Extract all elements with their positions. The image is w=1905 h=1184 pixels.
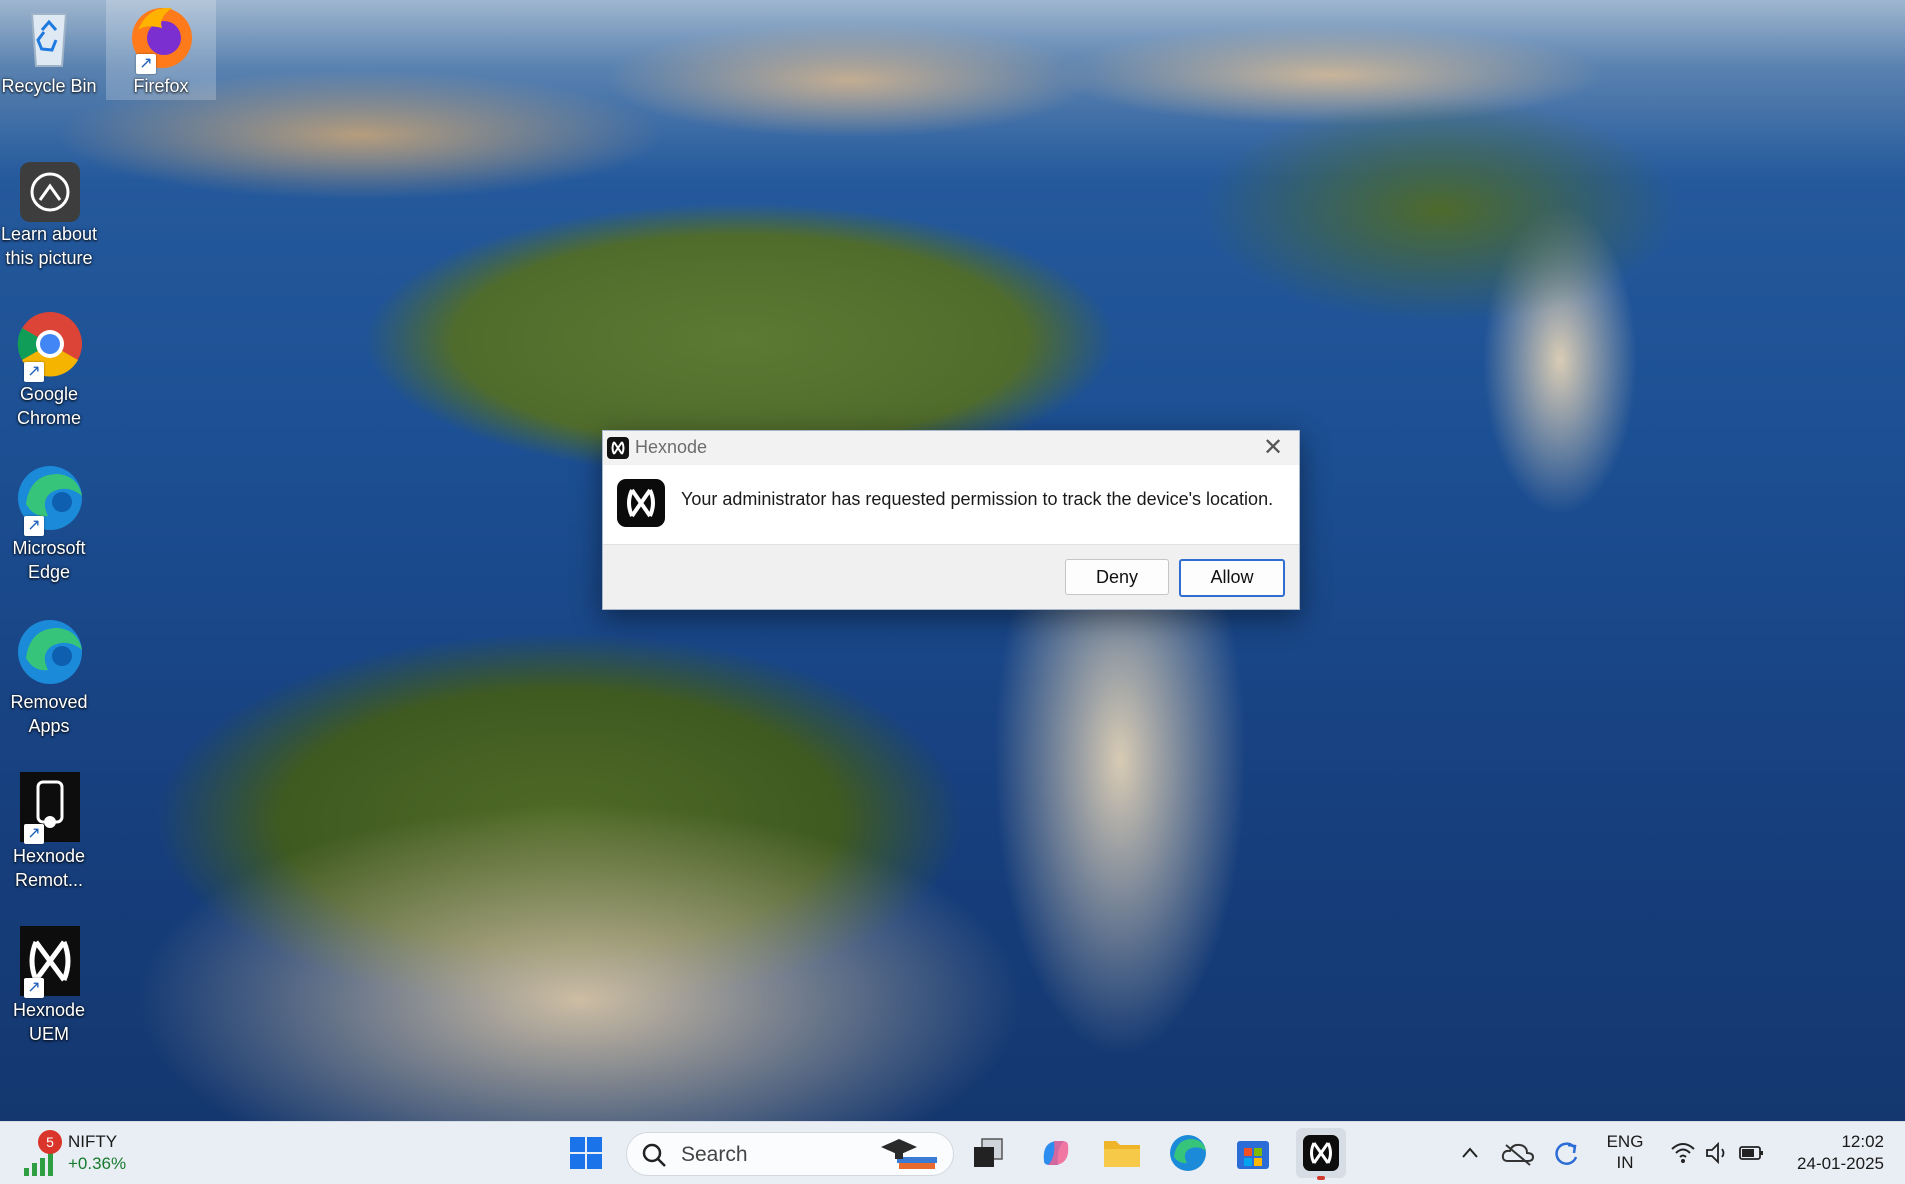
desktop-icon-label: Hexnode Remot...	[12, 846, 86, 890]
firefox-icon: ↗	[124, 0, 198, 74]
camera-icon	[12, 158, 86, 232]
shortcut-arrow-icon: ↗	[136, 54, 156, 74]
file-explorer-button[interactable]	[1100, 1131, 1144, 1175]
desktop-icon-label: Recycle Bin	[1, 76, 97, 96]
edge-icon: ↗	[12, 462, 86, 536]
clock[interactable]: 12:02 24-01-2025	[1778, 1132, 1888, 1176]
sync-icon	[1555, 1142, 1578, 1165]
graduation-books-icon	[881, 1139, 937, 1169]
edge-icon	[12, 616, 86, 690]
search-placeholder: Search	[681, 1143, 748, 1166]
quick-settings-button[interactable]	[1664, 1131, 1768, 1175]
start-button[interactable]	[564, 1131, 608, 1175]
wifi-icon	[1671, 1143, 1695, 1163]
volume-icon	[1706, 1141, 1725, 1165]
windows-icon	[570, 1137, 602, 1169]
sync-status-button[interactable]	[1546, 1131, 1586, 1175]
task-view-icon	[974, 1138, 1003, 1167]
dialog-body: Your administrator has requested permiss…	[603, 465, 1299, 543]
stock-change: +0.36%	[68, 1154, 127, 1173]
shortcut-arrow-icon: ↗	[24, 362, 44, 382]
dialog-message: Your administrator has requested permiss…	[681, 489, 1274, 509]
clock-time: 12:02	[1841, 1132, 1884, 1151]
dialog-title: Hexnode	[635, 437, 708, 457]
stock-widget[interactable]: 5 NIFTY +0.36%	[18, 1130, 138, 1178]
desktop-icon-firefox[interactable]: ↗ Firefox	[106, 0, 216, 100]
close-icon[interactable]: ✕	[1255, 433, 1291, 463]
desktop-icon-learn-about-picture[interactable]: Learn about this picture	[0, 158, 98, 270]
desktop-icon-label: Microsoft Edge	[12, 538, 86, 582]
shortcut-arrow-icon: ↗	[24, 824, 44, 844]
desktop-icon-microsoft-edge[interactable]: ↗ Microsoft Edge	[0, 462, 98, 584]
desktop-icon-label: Google Chrome	[16, 384, 82, 428]
desktop-icon-recycle-bin[interactable]: Recycle Bin	[0, 0, 98, 100]
language-indicator[interactable]: ENG IN	[1596, 1132, 1654, 1176]
battery-icon	[1739, 1146, 1763, 1160]
hexnode-permission-dialog: Hexnode ✕ Your administrator has request…	[602, 430, 1300, 610]
copilot-icon	[1043, 1141, 1069, 1165]
allow-button[interactable]: Allow	[1179, 559, 1285, 597]
hexnode-icon	[607, 437, 629, 459]
clock-date: 24-01-2025	[1797, 1154, 1884, 1173]
task-view-button[interactable]	[966, 1131, 1010, 1175]
language-code: ENG	[1606, 1132, 1644, 1151]
desktop-icon-google-chrome[interactable]: ↗ Google Chrome	[0, 308, 98, 430]
store-button[interactable]	[1231, 1131, 1275, 1175]
recycle-bin-icon	[12, 0, 86, 74]
search-icon	[642, 1143, 666, 1167]
desktop-icon-removed-apps[interactable]: Removed Apps	[0, 616, 98, 738]
notification-badge: 5	[38, 1130, 62, 1154]
dialog-title-bar[interactable]: Hexnode ✕	[603, 431, 1299, 465]
desktop-icon-hexnode-remote[interactable]: ↗ Hexnode Remot...	[0, 770, 98, 892]
stock-chart-icon	[24, 1153, 53, 1176]
desktop-icon-label: Removed Apps	[10, 692, 88, 736]
hexnode-icon	[1303, 1135, 1339, 1171]
chrome-icon: ↗	[12, 308, 86, 382]
desktop-icon-hexnode-uem[interactable]: ↗ Hexnode UEM	[0, 924, 98, 1046]
stock-name: NIFTY	[68, 1132, 118, 1151]
cloud-offline-icon	[1501, 1143, 1535, 1166]
shortcut-arrow-icon: ↗	[24, 978, 44, 998]
onedrive-button[interactable]	[1498, 1131, 1538, 1175]
taskbar-search-box[interactable]: Search	[626, 1132, 954, 1176]
copilot-button[interactable]	[1034, 1131, 1078, 1175]
folder-icon	[1104, 1141, 1140, 1167]
running-indicator	[1317, 1176, 1325, 1180]
chevron-up-icon	[1462, 1147, 1478, 1158]
hexnode-icon	[617, 479, 665, 527]
hexnode-remote-icon: ↗	[12, 770, 86, 844]
show-hidden-icons-button[interactable]	[1450, 1131, 1490, 1175]
hexnode-taskbar-button[interactable]	[1296, 1128, 1346, 1180]
deny-button[interactable]: Deny	[1065, 559, 1169, 595]
edge-icon	[1170, 1135, 1206, 1171]
store-icon	[1237, 1141, 1269, 1169]
language-region: IN	[1616, 1153, 1634, 1172]
hexnode-icon: ↗	[12, 924, 86, 998]
desktop-icon-label: Firefox	[133, 76, 189, 96]
desktop-icon-label: Hexnode UEM	[12, 1000, 86, 1044]
edge-taskbar-button[interactable]	[1166, 1131, 1210, 1175]
taskbar: 5 NIFTY +0.36% Search ENG IN 12:02 24-01…	[0, 1121, 1905, 1184]
dialog-footer: Deny Allow	[603, 544, 1299, 609]
shortcut-arrow-icon: ↗	[24, 516, 44, 536]
